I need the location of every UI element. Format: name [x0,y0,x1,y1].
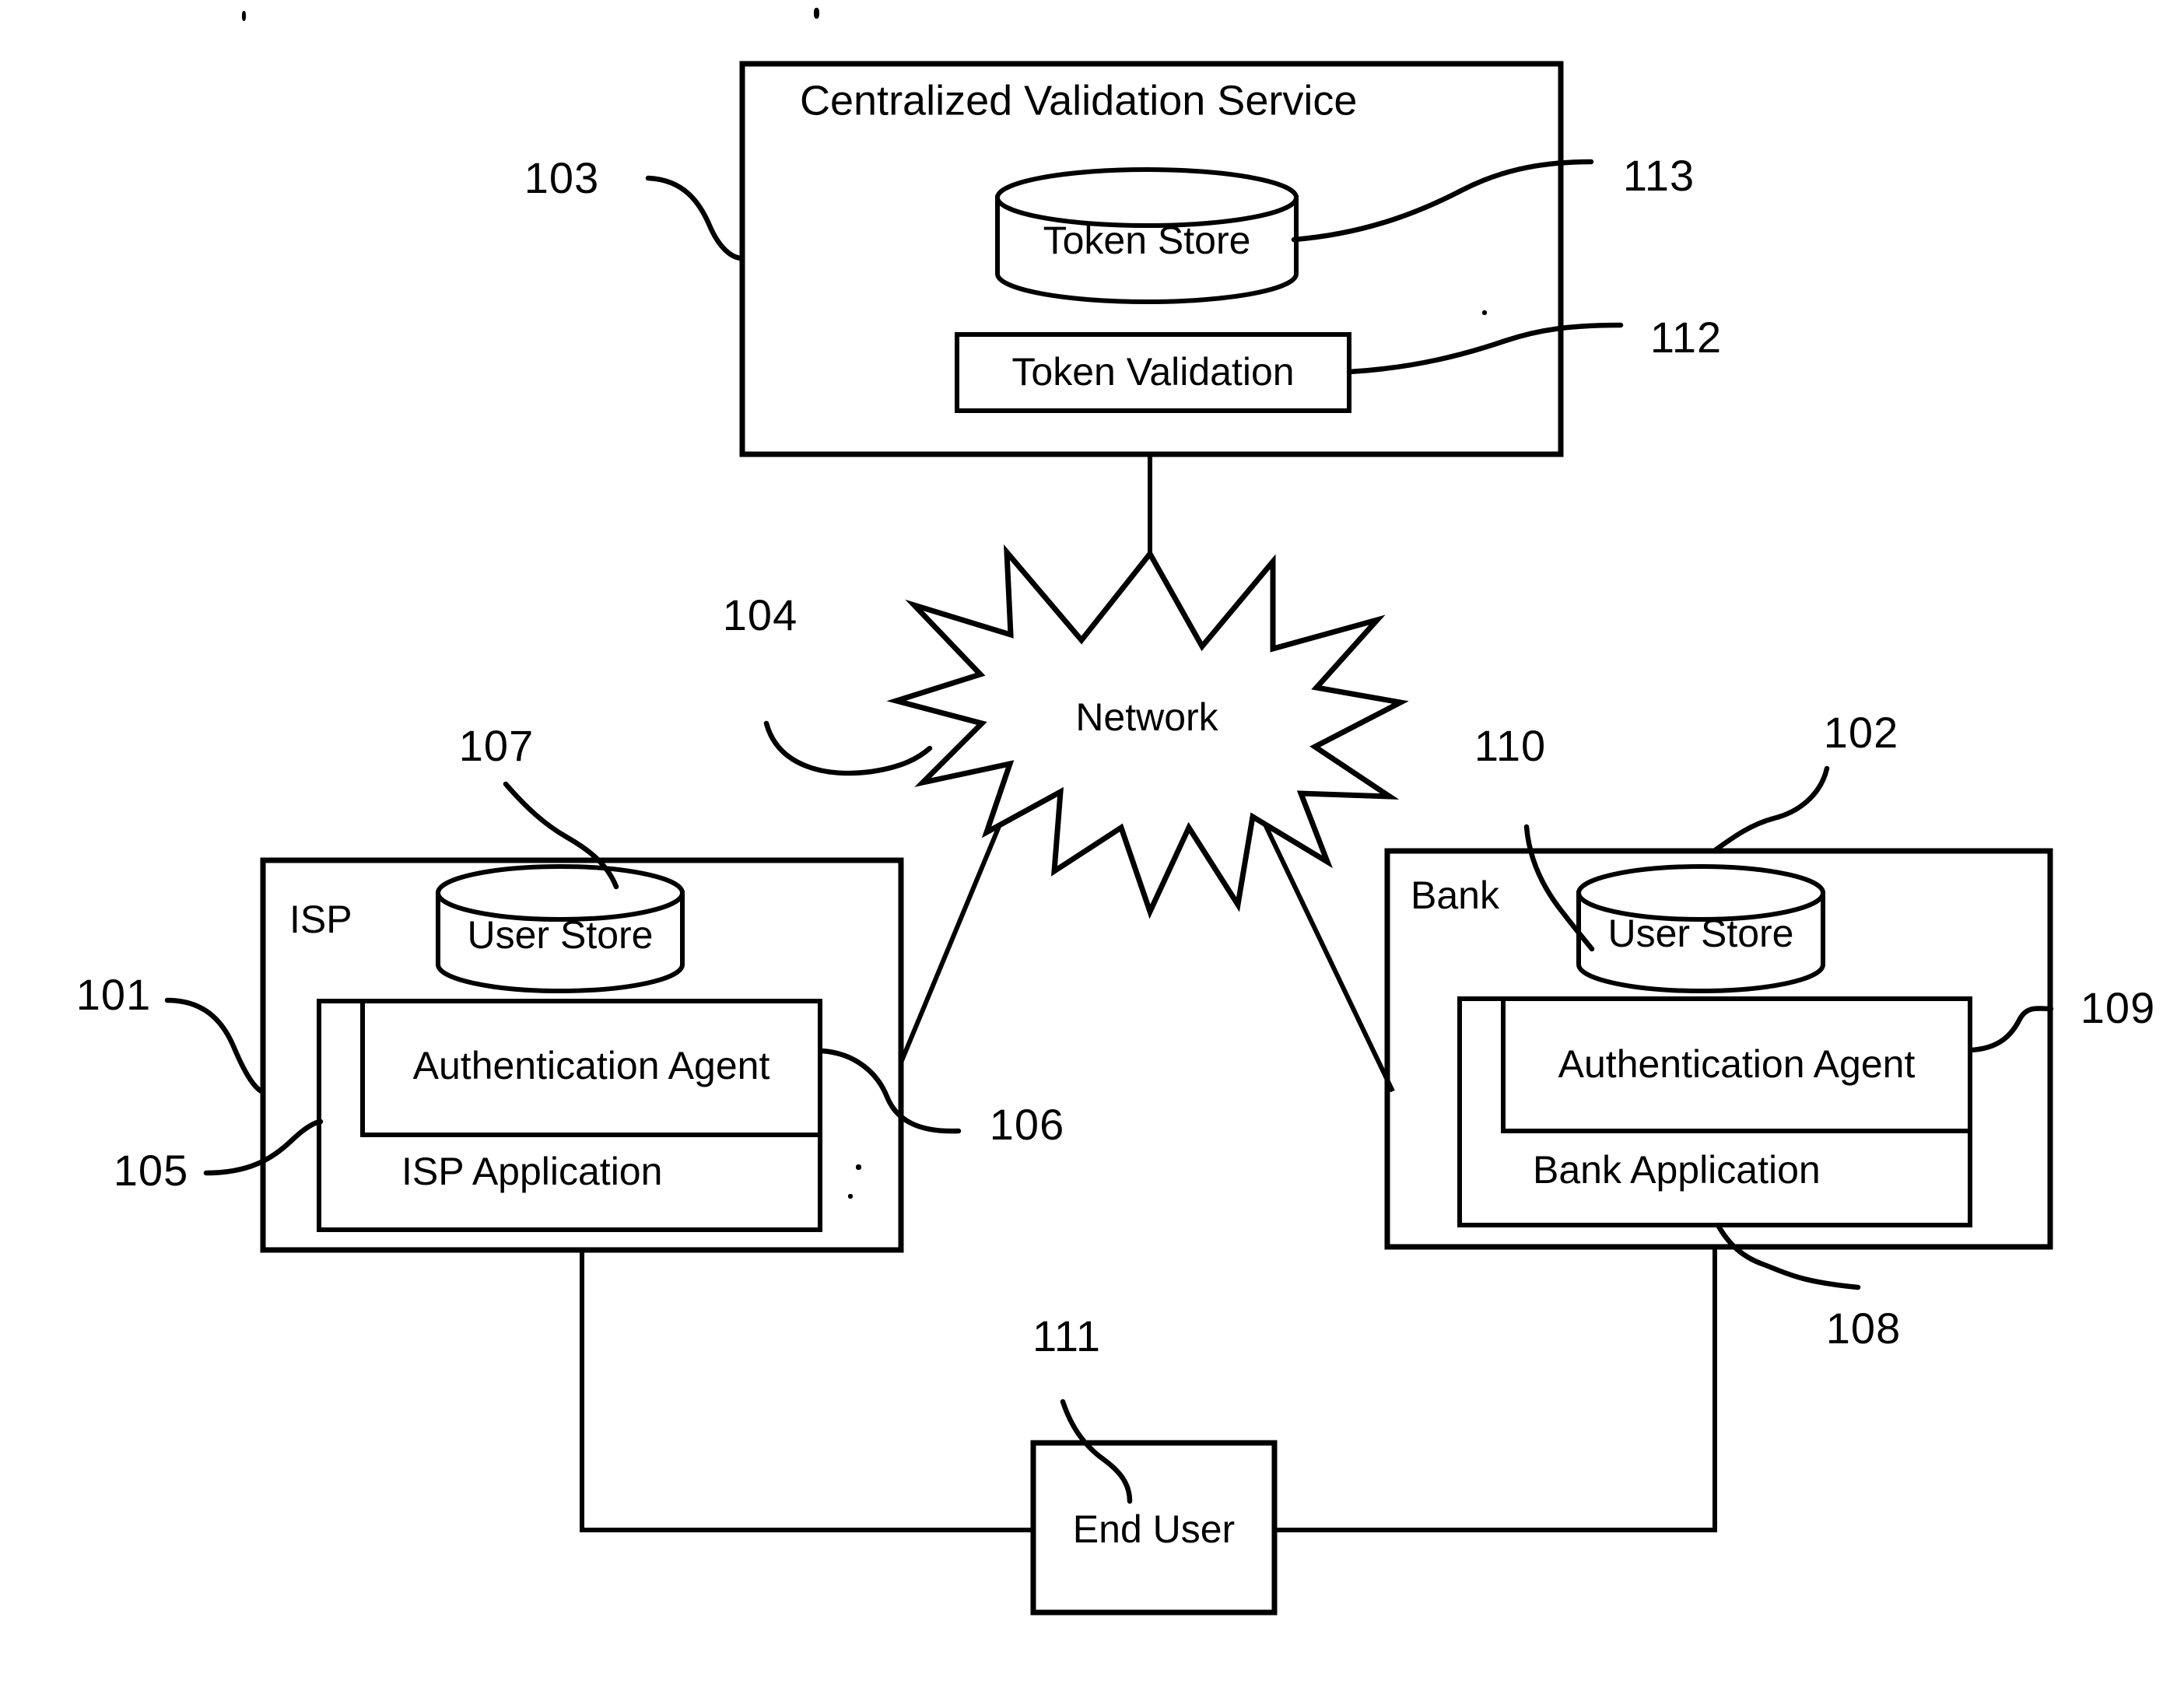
network-label: Network [1075,695,1218,739]
bank-user-store-label: User Store [1608,912,1794,955]
leader-113 [1291,159,1594,243]
isp-application-label: ISP Application [401,1150,662,1193]
leader-103 [645,175,745,261]
ref-numeral-105: 105 [114,1146,188,1195]
ref-numeral-102: 102 [1824,708,1898,757]
ref-numeral-110: 110 [1474,721,1546,770]
connector-network-isp [899,823,1002,1064]
bank-authentication-agent-label: Authentication Agent [1558,1042,1916,1086]
leader-109 [1968,1006,2054,1053]
token-validation-label: Token Validation [1011,350,1294,394]
end-user-label: End User [1073,1507,1235,1551]
leader-106 [819,1048,962,1134]
leader-112 [1346,322,1624,375]
ref-numeral-103: 103 [524,153,599,202]
connector-bank-enduser [1274,1247,1717,1532]
bank-application-label: Bank Application [1533,1148,1821,1192]
ref-numeral-106: 106 [990,1100,1064,1149]
ref-numeral-111: 111 [1032,1311,1101,1360]
ref-numeral-104: 104 [723,590,798,639]
leader-108 [1715,1222,1861,1290]
ref-numeral-113: 113 [1623,151,1695,200]
ref-numeral-109: 109 [2081,983,2155,1032]
patent-figure: Centralized Validation Service Token Sto… [0,0,2184,1684]
ref-numeral-112: 112 [1650,313,1722,362]
ref-numeral-107: 107 [459,721,534,770]
leader-111 [1060,1399,1133,1504]
bank-label: Bank [1411,874,1500,917]
isp-label: ISP [289,898,352,941]
isp-authentication-agent-label: Authentication Agent [413,1044,770,1087]
leader-104 [763,720,933,776]
token-store-label: Token Store [1043,219,1251,262]
ref-numeral-108: 108 [1826,1304,1901,1353]
connector-isp-enduser [580,1250,1033,1532]
leader-102 [1711,765,1830,854]
centralized-validation-service-label: Centralized Validation Service [800,77,1357,124]
ref-numeral-101: 101 [76,970,151,1019]
leader-101 [164,997,266,1095]
isp-user-store-label: User Store [468,913,654,957]
